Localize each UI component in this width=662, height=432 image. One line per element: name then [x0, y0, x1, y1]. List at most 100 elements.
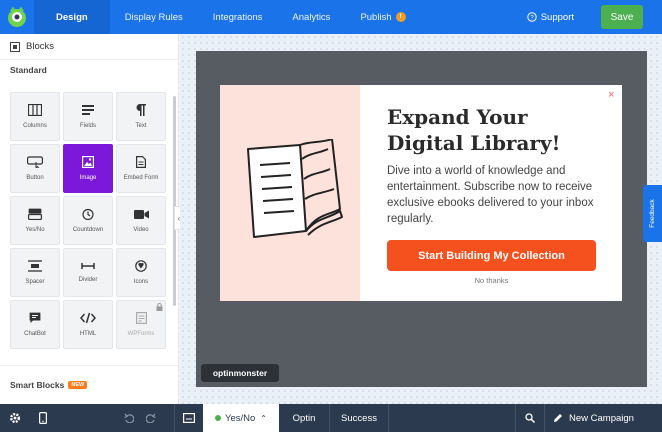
smart-blocks-section[interactable]: Smart Blocks NEW: [10, 380, 88, 390]
campaign-name-button[interactable]: New Campaign: [545, 404, 642, 432]
block-label: Spacer: [25, 279, 45, 285]
block-video[interactable]: Video: [116, 196, 166, 245]
block-divider[interactable]: Divider: [63, 248, 113, 297]
tab-analytics-label: Analytics: [292, 11, 331, 23]
image-icon: [82, 156, 94, 168]
popup-headline[interactable]: Expand Your Digital Library!: [387, 104, 617, 156]
spacer-icon: [28, 260, 42, 272]
block-icons[interactable]: Icons: [116, 248, 166, 297]
block-embed-form[interactable]: Embed Form: [116, 144, 166, 193]
mobile-icon: [39, 412, 47, 424]
preview-toggle-button[interactable]: [175, 404, 203, 432]
view-tab-success[interactable]: Success: [330, 404, 388, 432]
new-badge: NEW: [68, 381, 88, 389]
pencil-icon: [554, 414, 563, 422]
tab-design[interactable]: Design: [34, 0, 110, 34]
block-label: Columns: [23, 123, 47, 129]
optinmonster-logo-icon[interactable]: [0, 0, 34, 34]
button-icon: [27, 156, 43, 168]
publish-warning-icon: !: [395, 12, 406, 22]
optinmonster-brand-badge[interactable]: optinmonster: [201, 364, 279, 382]
block-spacer[interactable]: Spacer: [10, 248, 60, 297]
optin-popup[interactable]: × Expand Your Digital Library! Dive into…: [220, 85, 622, 301]
tab-publish[interactable]: Publish !: [345, 0, 420, 34]
blocks-grid: Columns Fields Text Button Image Embed F…: [10, 92, 166, 349]
block-label: Button: [26, 175, 44, 181]
view-tab-yes-no[interactable]: Yes/No ⌃: [203, 404, 279, 432]
tab-display-rules[interactable]: Display Rules: [110, 0, 198, 34]
campaign-name-label: New Campaign: [569, 412, 634, 424]
tab-integrations-label: Integrations: [212, 11, 263, 23]
blocks-header-label: Blocks: [26, 41, 54, 52]
embed-form-icon: [136, 156, 146, 168]
block-yes-no[interactable]: Yes/No: [10, 196, 60, 245]
block-columns[interactable]: Columns: [10, 92, 60, 141]
fields-icon: [82, 105, 94, 115]
block-label: WPForms: [127, 331, 155, 337]
divider: [388, 404, 389, 432]
block-text[interactable]: Text: [116, 92, 166, 141]
html-icon: [80, 312, 96, 324]
feedback-label: Feedback: [649, 199, 657, 228]
block-label: Image: [79, 175, 97, 181]
close-icon[interactable]: ×: [608, 89, 614, 101]
block-chatbot[interactable]: ChatBot: [10, 300, 60, 349]
divider: [0, 365, 178, 366]
yes-no-icon: [28, 208, 42, 220]
feedback-tab[interactable]: Feedback: [643, 185, 662, 242]
lock-icon: [156, 303, 163, 311]
block-label: Embed Form: [123, 175, 159, 181]
block-label: HTML: [79, 331, 97, 337]
headline-line-2: Digital Library!: [387, 131, 561, 155]
mobile-preview-button[interactable]: [30, 404, 56, 432]
tab-integrations[interactable]: Integrations: [198, 0, 278, 34]
block-fields[interactable]: Fields: [63, 92, 113, 141]
smart-blocks-label: Smart Blocks: [10, 380, 65, 390]
block-label: Countdown: [72, 227, 104, 233]
popup-body-text[interactable]: Dive into a world of knowledge and enter…: [387, 163, 607, 227]
block-html[interactable]: HTML: [63, 300, 113, 349]
blocks-header: Blocks: [0, 34, 178, 60]
view-tab-optin[interactable]: Optin: [279, 404, 329, 432]
block-label: ChatBot: [24, 331, 46, 337]
cta-button[interactable]: Start Building My Collection: [387, 240, 596, 271]
block-label: Divider: [78, 277, 98, 283]
undo-button[interactable]: [118, 404, 140, 432]
redo-button[interactable]: [140, 404, 162, 432]
view-tab-label: Yes/No: [225, 412, 256, 424]
support-label: Support: [540, 11, 574, 23]
headline-line-1: Expand Your: [387, 105, 528, 129]
no-thanks-link[interactable]: No thanks: [387, 276, 596, 285]
chatbot-icon: [29, 312, 41, 323]
block-image[interactable]: Image: [63, 144, 113, 193]
search-button[interactable]: [516, 404, 544, 432]
video-icon: [133, 209, 149, 219]
blocks-icon: [10, 41, 20, 52]
block-countdown[interactable]: Countdown: [63, 196, 113, 245]
save-button[interactable]: Save: [601, 5, 643, 29]
block-wpforms[interactable]: WPForms: [116, 300, 166, 349]
open-book-icon: [247, 139, 343, 238]
gear-icon: [10, 413, 20, 423]
monitor-icon: [183, 413, 195, 423]
top-bar: Design Display Rules Integrations Analyt…: [0, 0, 662, 34]
block-label: Video: [133, 226, 149, 233]
view-tab-label: Optin: [292, 412, 316, 424]
chevron-up-icon: ⌃: [260, 413, 267, 423]
settings-button[interactable]: [0, 404, 30, 432]
divider-icon: [81, 263, 95, 269]
tab-analytics[interactable]: Analytics: [277, 0, 345, 34]
block-button[interactable]: Button: [10, 144, 60, 193]
tab-publish-label: Publish: [360, 11, 392, 23]
status-dot: [215, 415, 221, 421]
icons-icon: [135, 260, 147, 272]
popup-image-panel[interactable]: [220, 85, 360, 301]
sidebar-scrollbar[interactable]: [173, 96, 176, 306]
block-label: Icons: [133, 279, 149, 285]
redo-icon: [146, 413, 156, 423]
help-circle-icon: ?: [527, 12, 537, 22]
block-label: Fields: [79, 123, 96, 129]
support-link[interactable]: ? Support: [527, 0, 574, 34]
block-label: Yes/No: [25, 227, 45, 233]
tab-display-rules-label: Display Rules: [124, 11, 183, 23]
